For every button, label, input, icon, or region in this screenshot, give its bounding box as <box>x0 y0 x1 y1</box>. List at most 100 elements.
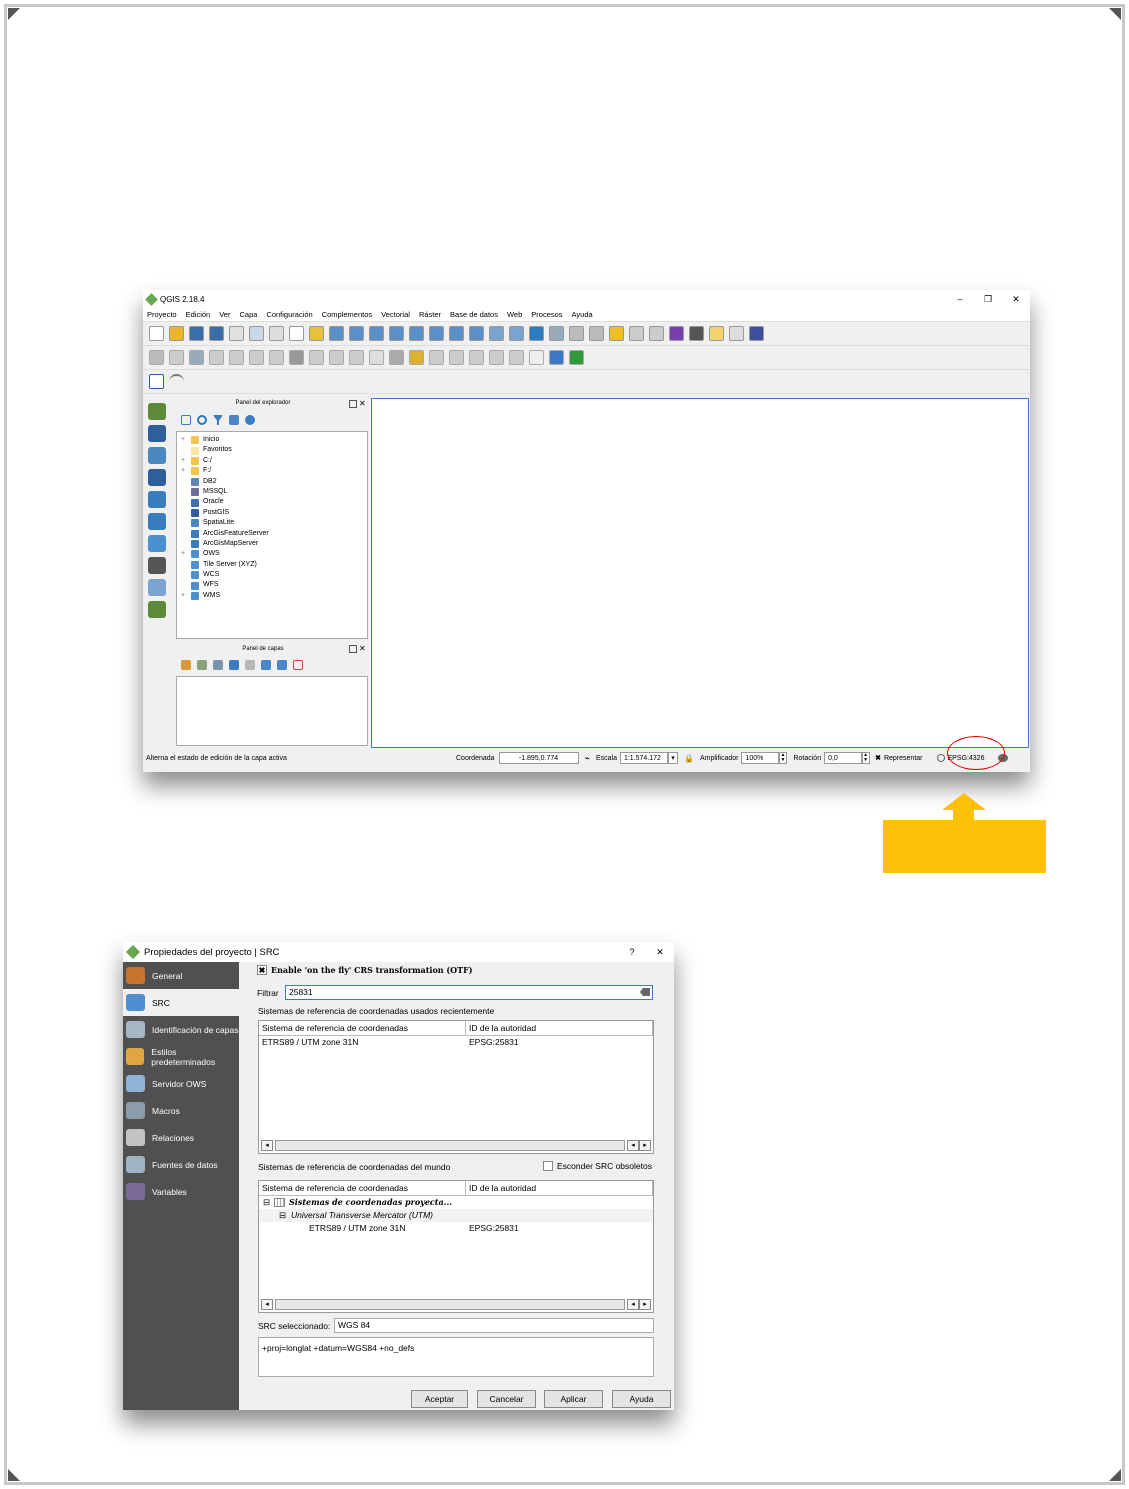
expand-icon[interactable]: + <box>181 549 189 559</box>
world-col-crs-header[interactable]: Sistema de referencia de coordenadas <box>259 1181 466 1195</box>
attribute-table-icon[interactable] <box>629 326 644 341</box>
add-spatialite-layer-icon[interactable] <box>148 447 166 464</box>
csw-icon[interactable] <box>529 350 544 365</box>
menu-complementos[interactable]: Complementos <box>322 310 372 319</box>
field-calculator-icon[interactable] <box>649 326 664 341</box>
zoom-full-icon[interactable] <box>389 326 404 341</box>
remove-layer-icon[interactable] <box>293 660 303 670</box>
minimize-button[interactable]: – <box>946 294 974 304</box>
add-feature-icon[interactable] <box>209 350 224 365</box>
menu-proyecto[interactable]: Proyecto <box>147 310 177 319</box>
pan-to-selection-icon[interactable] <box>309 326 324 341</box>
float-panel-icon[interactable] <box>349 400 357 408</box>
collapse-layers-icon[interactable] <box>277 660 287 670</box>
toggle-extents-icon[interactable]: ⌁ <box>585 753 590 764</box>
coordinate-field[interactable]: -1.895,0.774 <box>498 752 579 764</box>
expression-filter-icon[interactable] <box>245 660 255 670</box>
list-item[interactable]: Oracle <box>181 497 367 507</box>
save-layer-edits-icon[interactable] <box>189 350 204 365</box>
move-label-icon[interactable] <box>469 350 484 365</box>
otf-checkbox[interactable]: ✖ <box>257 965 267 975</box>
show-hide-labels-icon[interactable] <box>449 350 464 365</box>
add-wfs-layer-icon[interactable] <box>148 535 166 552</box>
label-toolbar-icon[interactable] <box>369 350 384 365</box>
scroll-track[interactable] <box>275 1140 625 1151</box>
menu-procesos[interactable]: Procesos <box>531 310 562 319</box>
close-layers-panel-icon[interactable]: ✕ <box>359 644 366 653</box>
copy-features-icon[interactable] <box>329 350 344 365</box>
menu-base-de-datos[interactable]: Base de datos <box>450 310 498 319</box>
list-item[interactable]: WCS <box>181 570 367 580</box>
menu-edicion[interactable]: Edición <box>186 310 211 319</box>
menu-web[interactable]: Web <box>507 310 522 319</box>
scroll-left-icon[interactable]: ◂ <box>261 1140 273 1151</box>
menu-ver[interactable]: Ver <box>219 310 230 319</box>
expand-all-icon[interactable] <box>261 660 271 670</box>
table-row[interactable]: ETRS89 / UTM zone 31N EPSG:25831 <box>259 1036 653 1049</box>
save-project-icon[interactable] <box>189 326 204 341</box>
rotate-label-icon[interactable] <box>489 350 504 365</box>
rotation-spinner[interactable]: ▲ ▼ <box>862 752 871 764</box>
manage-map-themes-icon[interactable] <box>213 660 223 670</box>
filter-legend-icon[interactable] <box>229 660 239 670</box>
menu-configuracion[interactable]: Configuración <box>266 310 312 319</box>
rotate-arrow-icon[interactable] <box>169 374 184 389</box>
current-edits-icon[interactable] <box>149 350 164 365</box>
rotation-field[interactable]: 0,0 <box>824 752 863 764</box>
filter-input[interactable]: 25831 <box>285 985 653 1000</box>
add-vector-layer-icon[interactable] <box>148 403 166 420</box>
add-wcs-layer-icon[interactable] <box>148 513 166 530</box>
new-print-composer-icon[interactable] <box>229 326 244 341</box>
measure-icon[interactable] <box>689 326 704 341</box>
node-tool-icon[interactable] <box>269 350 284 365</box>
col-crs-header[interactable]: Sistema de referencia de coordenadas <box>259 1021 466 1035</box>
zoom-last-icon[interactable] <box>449 326 464 341</box>
tree-row-leaf[interactable]: ETRS89 / UTM zone 31N EPSG:25831 <box>259 1222 653 1235</box>
add-selected-icon[interactable] <box>181 415 191 425</box>
help-button[interactable]: ? <box>618 947 646 957</box>
expand-icon[interactable]: + <box>181 435 189 445</box>
render-checkbox[interactable]: ✖ <box>875 754 881 762</box>
show-bookmarks-icon[interactable] <box>509 326 524 341</box>
refresh-icon[interactable] <box>197 415 207 425</box>
crs-globe-icon[interactable] <box>936 754 945 762</box>
add-postgis-layer-icon[interactable] <box>148 469 166 486</box>
magnifier-field[interactable]: 100% <box>741 752 780 764</box>
world-col-authority-header[interactable]: ID de la autoridad <box>466 1181 653 1195</box>
add-group-icon[interactable] <box>197 660 207 670</box>
list-item[interactable]: WFS <box>181 580 367 590</box>
tree-row-subgroup[interactable]: ⊟ Universal Transverse Mercator (UTM) <box>259 1209 653 1222</box>
ok-button[interactable]: Aceptar <box>411 1390 468 1408</box>
magnifier-spinner[interactable]: ▲ ▼ <box>779 752 788 764</box>
refresh-map-icon[interactable] <box>529 326 544 341</box>
python-console-icon[interactable] <box>549 350 564 365</box>
help-dialog-button[interactable]: Ayuda <box>612 1390 671 1408</box>
bookmark-icon[interactable] <box>489 326 504 341</box>
highlight-pinned-labels-icon[interactable] <box>409 350 424 365</box>
zoom-layer-icon[interactable] <box>429 326 444 341</box>
select-by-expression-icon[interactable] <box>589 326 604 341</box>
list-item[interactable]: ArcGisMapServer <box>181 539 367 549</box>
sidebar-item-table[interactable]: Fuentes de datos <box>123 1151 239 1178</box>
zoom-in-icon[interactable] <box>329 326 344 341</box>
list-item[interactable]: ArcGisFeatureServer <box>181 529 367 539</box>
scale-dropdown-icon[interactable]: ▾ <box>667 752 678 764</box>
sidebar-item-paintbrush[interactable]: Estilos predeterminados <box>123 1043 239 1070</box>
cut-features-icon[interactable] <box>309 350 324 365</box>
collapse-icon[interactable]: ⊟ <box>279 1209 291 1222</box>
recent-table-scrollbar[interactable]: ◂ ◂ ▸ <box>261 1140 651 1151</box>
identify-icon[interactable] <box>549 326 564 341</box>
list-item[interactable]: Tile Server (XYZ) <box>181 560 367 570</box>
help-icon[interactable] <box>749 326 764 341</box>
menu-raster[interactable]: Ráster <box>419 310 441 319</box>
list-item[interactable]: + Inicio <box>181 435 367 445</box>
add-wms-layer-icon[interactable] <box>148 491 166 508</box>
zoom-native-icon[interactable] <box>369 326 384 341</box>
lock-scale-icon[interactable]: 🔒 <box>684 754 694 763</box>
sidebar-item-identify[interactable]: Identificación de capas <box>123 1016 239 1043</box>
deselect-icon[interactable] <box>609 326 624 341</box>
scroll-track[interactable] <box>275 1299 625 1310</box>
pan-selection-icon[interactable] <box>269 326 284 341</box>
select-feature-icon[interactable] <box>569 326 584 341</box>
filter-icon[interactable] <box>213 415 223 425</box>
